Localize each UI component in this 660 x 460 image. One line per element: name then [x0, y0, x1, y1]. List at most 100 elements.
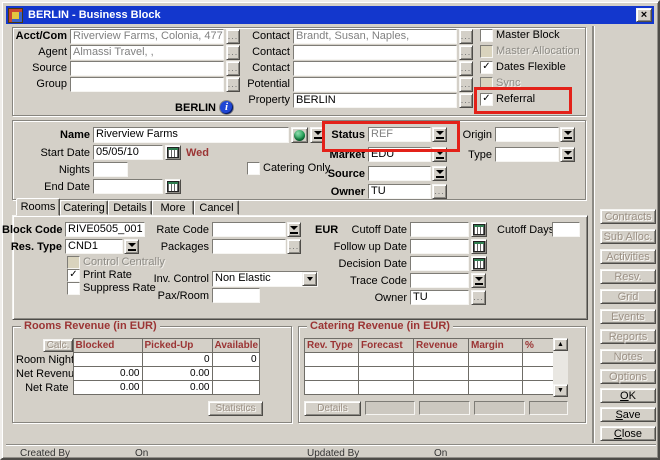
control-centrally-checkbox[interactable] — [67, 256, 80, 269]
net-rate-picked-up-cell[interactable]: 0.00 — [142, 381, 212, 395]
owner-lookup-button[interactable]: ... — [432, 184, 447, 199]
net-revenue-blocked-cell[interactable]: 0.00 — [73, 367, 142, 381]
referral-checkbox[interactable]: ✓ — [480, 93, 493, 106]
rooms-owner-lookup-button[interactable]: ... — [471, 290, 486, 305]
origin-lov-button[interactable] — [560, 127, 575, 142]
follow-up-date-field[interactable] — [410, 239, 469, 254]
rate-code-lov-button[interactable] — [287, 222, 301, 237]
rooms-owner-field[interactable]: TU — [410, 290, 469, 305]
statistics-button[interactable]: Statistics — [208, 401, 263, 416]
source-field[interactable] — [70, 61, 224, 76]
net-rate-blocked-cell[interactable]: 0.00 — [73, 381, 142, 395]
follow-up-date-calendar-button[interactable] — [471, 239, 487, 254]
tab-more[interactable]: More — [152, 200, 194, 215]
net-revenue-available-cell[interactable] — [212, 367, 259, 381]
contact-lookup-button[interactable]: ... — [459, 29, 473, 44]
net-rate-available-cell[interactable] — [212, 381, 259, 395]
acct-com-field[interactable]: Riverview Farms, Colonia, 477 550-38 — [70, 29, 224, 44]
owner-field[interactable]: TU — [368, 184, 431, 199]
grid-button[interactable]: Grid — [600, 289, 656, 304]
room-nights-available-cell[interactable]: 0 — [212, 353, 259, 367]
market-field[interactable]: EDU — [368, 147, 431, 162]
pax-room-field[interactable] — [212, 288, 260, 303]
status-lov-button[interactable] — [432, 127, 447, 142]
type-field[interactable] — [495, 147, 559, 162]
status-field[interactable]: REF — [368, 127, 431, 142]
close-button[interactable]: Close — [600, 426, 656, 441]
packages-field[interactable] — [212, 239, 286, 254]
contact-field-1[interactable]: Brandt, Susan, Naples, — [293, 29, 457, 44]
end-date-field[interactable] — [93, 179, 163, 194]
notes-button[interactable]: Notes — [600, 349, 656, 364]
catering-only-checkbox[interactable] — [247, 162, 260, 175]
decision-date-field[interactable] — [410, 256, 469, 271]
activities-button[interactable]: Activities — [600, 249, 656, 264]
end-date-calendar-button[interactable] — [165, 179, 181, 194]
master-allocation-checkbox[interactable] — [480, 45, 493, 58]
trace-code-field[interactable] — [410, 273, 469, 288]
sync-checkbox[interactable] — [480, 77, 493, 90]
room-nights-blocked-cell[interactable] — [73, 353, 142, 367]
inv-control-dropdown-button[interactable] — [302, 272, 317, 286]
block-source-field[interactable] — [368, 166, 431, 181]
scroll-up-button[interactable]: ▲ — [553, 338, 568, 351]
name-field[interactable]: Riverview Farms — [93, 127, 289, 143]
close-window-button[interactable]: × — [636, 8, 652, 22]
details-button[interactable]: Details — [304, 401, 361, 416]
cutoff-days-field[interactable] — [552, 222, 580, 237]
catering-table-scrollbar[interactable]: ▲ ▼ — [553, 338, 568, 397]
cutoff-date-field[interactable] — [410, 222, 469, 237]
master-block-checkbox[interactable] — [480, 29, 493, 42]
contact-field-2[interactable] — [293, 45, 457, 60]
agent-field[interactable]: Almassi Travel, , — [70, 45, 224, 60]
cutoff-date-calendar-button[interactable] — [471, 222, 487, 237]
tab-details[interactable]: Details — [108, 200, 152, 215]
options-button[interactable]: Options — [600, 369, 656, 384]
catering-row[interactable] — [305, 353, 554, 367]
ok-button[interactable]: OK — [600, 388, 656, 403]
tab-cancel[interactable]: Cancel — [194, 200, 239, 215]
scroll-down-button[interactable]: ▼ — [553, 384, 568, 397]
nights-field[interactable] — [93, 162, 128, 177]
property-field[interactable]: BERLIN — [293, 93, 457, 108]
ellipsis-icon: ... — [473, 292, 484, 302]
packages-lookup-button[interactable]: ... — [287, 239, 301, 254]
translate-button[interactable] — [291, 127, 308, 143]
res-type-field[interactable]: CND1 — [65, 239, 123, 254]
contact-lookup-button[interactable]: ... — [459, 45, 473, 60]
column-header-margin: Margin — [469, 339, 523, 353]
net-revenue-picked-up-cell[interactable]: 0.00 — [142, 367, 212, 381]
room-nights-picked-up-cell[interactable]: 0 — [142, 353, 212, 367]
block-source-lov-button[interactable] — [432, 166, 447, 181]
contracts-button[interactable]: Contracts — [600, 209, 656, 224]
trace-code-lov-button[interactable] — [471, 273, 486, 288]
suppress-rate-checkbox[interactable] — [67, 282, 80, 295]
catering-row[interactable] — [305, 367, 554, 381]
potential-field[interactable] — [293, 77, 457, 92]
save-button[interactable]: Save — [600, 407, 656, 422]
block-code-field[interactable]: RIVE0505_001 — [65, 222, 145, 237]
potential-lookup-button[interactable]: ... — [459, 77, 473, 92]
origin-field[interactable] — [495, 127, 559, 142]
start-date-field[interactable]: 05/05/10 — [93, 145, 163, 160]
info-icon[interactable]: i — [220, 101, 233, 114]
market-lov-button[interactable] — [432, 147, 447, 162]
contact-field-3[interactable] — [293, 61, 457, 76]
reports-button[interactable]: Reports — [600, 329, 656, 344]
print-rate-checkbox[interactable]: ✓ — [67, 269, 80, 282]
start-date-calendar-button[interactable] — [165, 145, 181, 160]
catering-row[interactable] — [305, 381, 554, 395]
type-lov-button[interactable] — [560, 147, 575, 162]
events-button[interactable]: Events — [600, 309, 656, 324]
tab-rooms[interactable]: Rooms — [16, 198, 60, 216]
group-field[interactable] — [70, 77, 224, 92]
property-lookup-button[interactable]: ... — [459, 93, 473, 108]
contact-lookup-button[interactable]: ... — [459, 61, 473, 76]
resv-button[interactable]: Resv. — [600, 269, 656, 284]
res-type-lov-button[interactable] — [124, 239, 139, 254]
decision-date-calendar-button[interactable] — [471, 256, 487, 271]
dates-flexible-checkbox[interactable]: ✓ — [480, 61, 493, 74]
sub-alloc-button[interactable]: Sub Alloc. — [600, 229, 656, 244]
rate-code-field[interactable] — [212, 222, 286, 237]
tab-catering[interactable]: Catering — [60, 200, 108, 215]
